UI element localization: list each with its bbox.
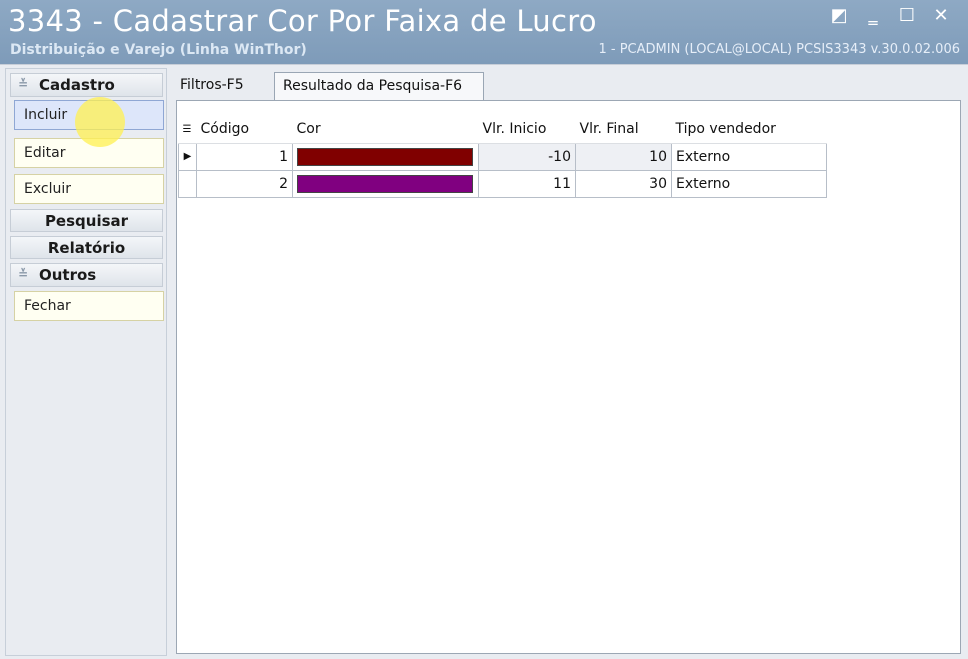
group-cadastro[interactable]: ≚ Cadastro <box>10 73 163 97</box>
close-icon[interactable]: ✕ <box>924 6 958 26</box>
cell-codigo[interactable]: 1 <box>196 142 293 171</box>
cell-codigo[interactable]: 2 <box>196 169 293 198</box>
grid-header: ☰ Código Cor Vlr. Inicio Vlr. Final Tipo… <box>178 116 827 144</box>
col-cor[interactable]: Cor <box>292 116 479 144</box>
results-grid: ☰ Código Cor Vlr. Inicio Vlr. Final Tipo… <box>178 116 827 198</box>
tab-resultado[interactable]: Resultado da Pesquisa-F6 <box>274 72 484 102</box>
restore-layout-icon[interactable]: ◩ <box>822 6 856 26</box>
chevron-collapse-icon: ≚ <box>18 267 29 281</box>
cell-cor[interactable] <box>292 142 479 171</box>
row-indicator-icon: ▶ <box>178 142 197 171</box>
col-vlr-final[interactable]: Vlr. Final <box>575 116 672 144</box>
group-outros[interactable]: ≚ Outros <box>10 263 163 287</box>
results-panel: ☰ Código Cor Vlr. Inicio Vlr. Final Tipo… <box>176 100 961 654</box>
col-tipo-vendedor[interactable]: Tipo vendedor <box>671 116 827 144</box>
col-codigo[interactable]: Código <box>196 116 293 144</box>
window-title: 3343 - Cadastrar Cor Por Faixa de Lucro <box>8 4 597 38</box>
excluir-label: Excluir <box>24 181 71 197</box>
color-swatch <box>297 174 473 193</box>
table-row[interactable]: 2 11 30 Externo <box>178 169 827 198</box>
sidebar: ≚ Cadastro Incluir Editar Excluir Pesqui… <box>5 68 167 656</box>
incluir-label: Incluir <box>24 107 68 123</box>
group-outros-label: Outros <box>39 266 97 284</box>
group-pesquisar-label: Pesquisar <box>44 212 129 230</box>
cell-vlr-final[interactable]: 30 <box>575 169 672 198</box>
editar-label: Editar <box>24 145 66 161</box>
fechar-button[interactable]: Fechar <box>14 291 164 321</box>
tab-filtros[interactable]: Filtros-F5 <box>170 72 260 100</box>
cell-vlr-final[interactable]: 10 <box>575 142 672 171</box>
click-highlight <box>75 97 125 147</box>
window-subtitle: Distribuição e Varejo (Linha WinThor) <box>10 42 307 58</box>
col-vlr-inicio[interactable]: Vlr. Inicio <box>478 116 576 144</box>
fechar-label: Fechar <box>24 298 71 314</box>
cell-cor[interactable] <box>292 169 479 198</box>
color-swatch <box>297 147 473 166</box>
session-info: 1 - PCADMIN (LOCAL@LOCAL) PCSIS3343 v.30… <box>598 42 960 57</box>
column-chooser-icon[interactable]: ☰ <box>178 116 197 144</box>
group-relatorio[interactable]: Relatório <box>10 236 163 259</box>
cell-vlr-inicio[interactable]: 11 <box>478 169 576 198</box>
group-pesquisar[interactable]: Pesquisar <box>10 209 163 232</box>
group-relatorio-label: Relatório <box>47 239 126 257</box>
window-controls: ◩ ‗ ☐ ✕ <box>822 6 958 26</box>
chevron-collapse-icon: ≚ <box>18 77 29 91</box>
minimize-icon[interactable]: ‗ <box>856 6 890 26</box>
row-indicator-icon <box>178 169 197 198</box>
table-row[interactable]: ▶ 1 -10 10 Externo <box>178 142 827 171</box>
maximize-icon[interactable]: ☐ <box>890 6 924 26</box>
cell-tipo-vendedor[interactable]: Externo <box>671 142 827 171</box>
excluir-button[interactable]: Excluir <box>14 174 164 204</box>
cell-tipo-vendedor[interactable]: Externo <box>671 169 827 198</box>
title-bar: 3343 - Cadastrar Cor Por Faixa de Lucro … <box>0 0 968 64</box>
cell-vlr-inicio[interactable]: -10 <box>478 142 576 171</box>
group-cadastro-label: Cadastro <box>39 76 115 94</box>
